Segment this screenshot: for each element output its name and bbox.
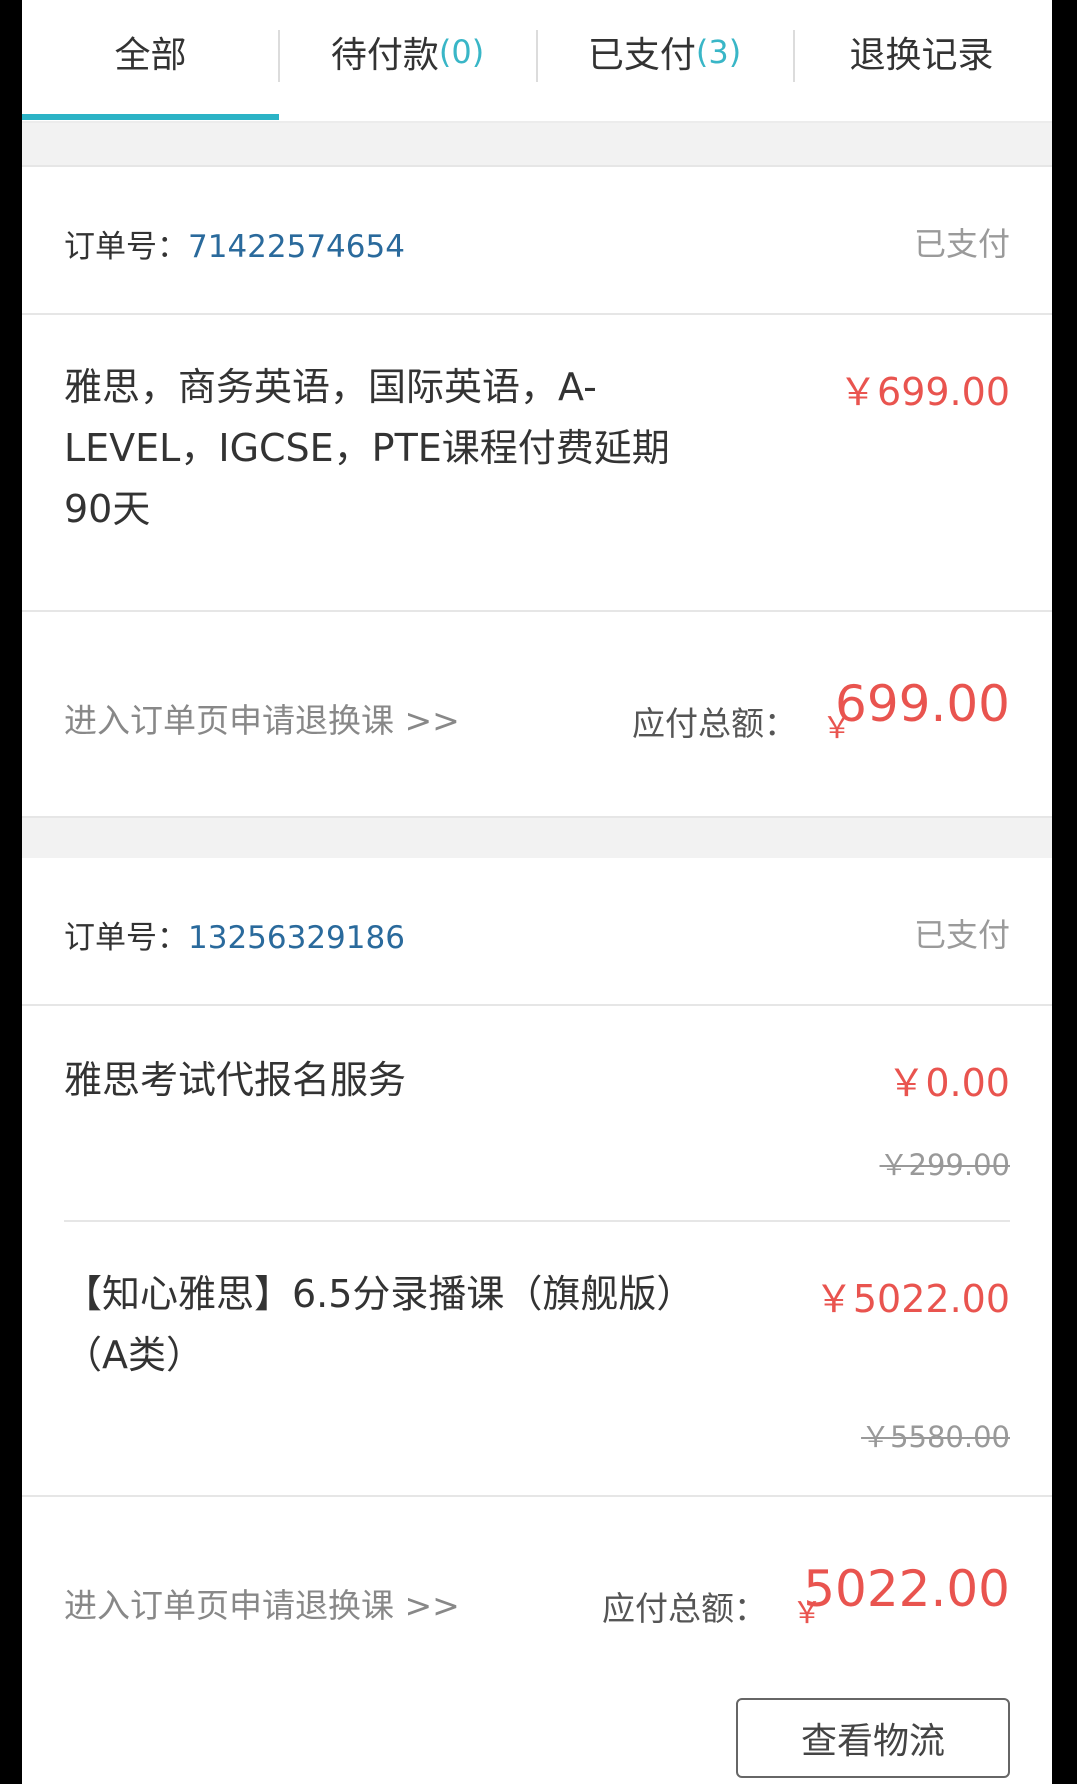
- view-logistics-button[interactable]: 查看物流: [736, 1698, 1010, 1778]
- divider: [22, 610, 1052, 612]
- order-status: 已支付: [913, 225, 1010, 263]
- refund-link[interactable]: 进入订单页申请退换课 >>: [64, 1579, 460, 1627]
- tab-paid[interactable]: 已支付 (3): [536, 0, 793, 104]
- refund-link[interactable]: 进入订单页申请退换课 >>: [64, 694, 460, 742]
- divider: [22, 313, 1052, 315]
- divider: [22, 1495, 1052, 1497]
- tab-all[interactable]: 全部: [22, 0, 279, 104]
- total-label: 应付总额：: [602, 1589, 767, 1628]
- total-label: 应付总额：: [632, 704, 797, 743]
- tab-refund-records-label: 退换记录: [849, 35, 994, 76]
- order-card: 订单号：13256329186 已支付 雅思考试代报名服务 ￥0.00 ￥299…: [22, 858, 1052, 1784]
- tab-pending-payment-label: 待付款: [330, 35, 439, 76]
- item-original-price: ￥5580.00: [861, 1420, 1010, 1454]
- total-amount: 5022.00: [803, 1560, 1010, 1618]
- order-list-screen: 全部 待付款 (0) 已支付 (3) 退换记录 订单号：71422574654 已支…: [22, 0, 1052, 1784]
- order-number: 71422574654: [188, 229, 405, 265]
- item-price: ￥699.00: [839, 370, 1010, 414]
- tab-all-label: 全部: [114, 35, 187, 76]
- divider: [64, 1220, 1010, 1222]
- item-price: ￥5022.00: [814, 1277, 1010, 1321]
- order-number: 13256329186: [188, 920, 405, 956]
- order-card: 订单号：71422574654 已支付 雅思，商务英语，国际英语，A-LEVEL…: [22, 167, 1052, 816]
- tab-refund-records[interactable]: 退换记录: [793, 0, 1050, 104]
- order-number-row: 订单号：13256329186: [64, 912, 405, 957]
- order-status: 已支付: [913, 916, 1010, 954]
- order-tabs: 全部 待付款 (0) 已支付 (3) 退换记录: [22, 0, 1052, 123]
- order-number-label: 订单号：: [64, 229, 188, 265]
- item-original-price: ￥299.00: [879, 1148, 1010, 1182]
- tab-pending-payment-count: (0): [438, 33, 485, 71]
- tab-paid-label: 已支付: [587, 35, 696, 76]
- item-title[interactable]: 雅思，商务英语，国际英语，A-LEVEL，IGCSE，PTE课程付费延期90天: [64, 357, 714, 540]
- section-gap: [22, 816, 1052, 860]
- tab-paid-count: (3): [695, 33, 742, 71]
- order-number-label: 订单号：: [64, 920, 188, 956]
- item-title[interactable]: 【知心雅思】6.5分录播课（旗舰版）（A类）: [64, 1264, 714, 1386]
- section-gap: [22, 123, 1052, 167]
- active-tab-indicator: [22, 114, 279, 120]
- item-price: ￥0.00: [887, 1061, 1010, 1105]
- total-amount: 699.00: [835, 675, 1010, 733]
- order-number-row: 订单号：71422574654: [64, 221, 405, 266]
- divider: [22, 1004, 1052, 1006]
- item-title[interactable]: 雅思考试代报名服务: [64, 1050, 714, 1111]
- tab-pending-payment[interactable]: 待付款 (0): [279, 0, 536, 104]
